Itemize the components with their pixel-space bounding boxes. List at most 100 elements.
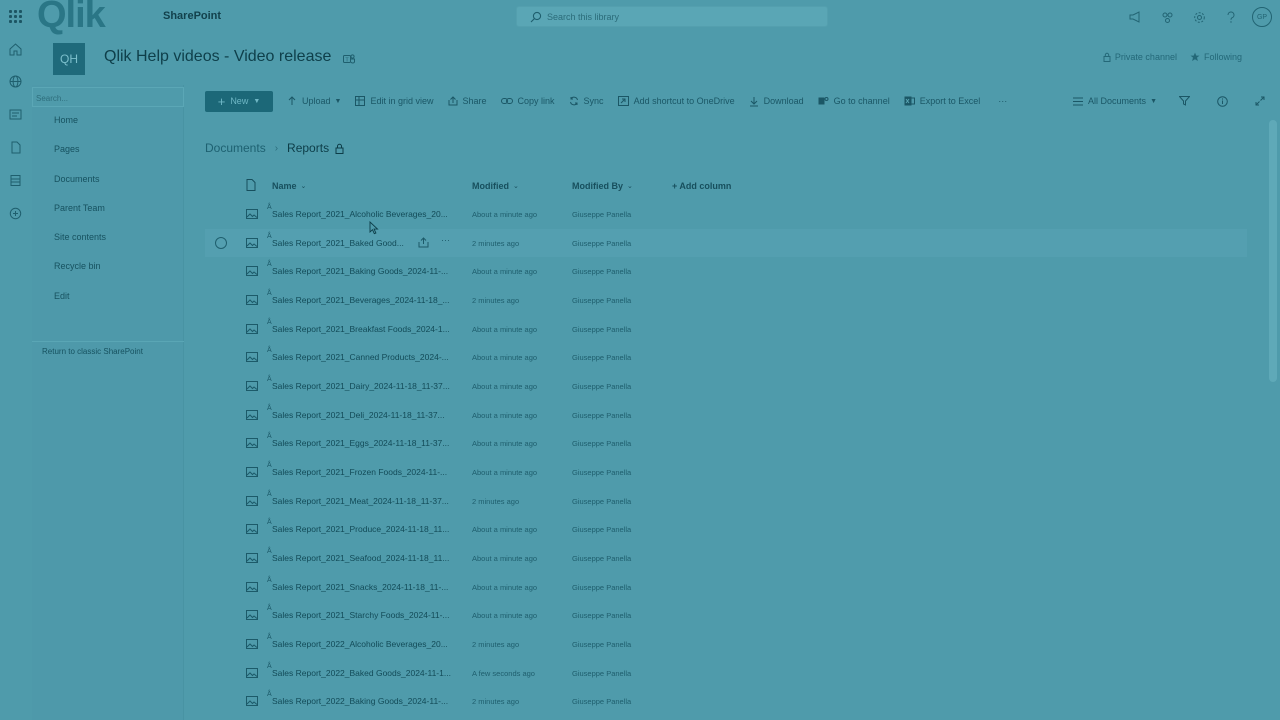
file-name-link[interactable]: Sales Report_2021_Frozen Foods_2024-11-.… — [272, 467, 458, 477]
globe-icon[interactable] — [8, 74, 23, 89]
file-name-link[interactable]: Sales Report_2021_Baked Good... — [272, 238, 412, 248]
file-row[interactable]: Å Sales Report_2021_Beverages_2024-11-18_… — [205, 286, 1247, 315]
library-search-input[interactable] — [547, 9, 817, 25]
upload-button[interactable]: Upload ▼ — [287, 95, 341, 107]
user-avatar[interactable]: GP — [1252, 7, 1272, 27]
export-excel-button[interactable]: Export to Excel — [904, 96, 980, 106]
file-row[interactable]: Å Sales Report_2022_Baking Goods_2024-11-… — [205, 687, 1247, 716]
library-search-box[interactable] — [516, 6, 828, 27]
file-row[interactable]: Å Sales Report_2021_Seafood_2024-11-18_11… — [205, 544, 1247, 573]
file-modified-by[interactable]: Giuseppe Panella — [572, 353, 631, 362]
nav-item-documents[interactable]: Documents — [54, 174, 106, 203]
file-modified-by[interactable]: Giuseppe Panella — [572, 525, 631, 534]
filter-button[interactable] — [1179, 96, 1195, 106]
file-name-link[interactable]: Sales Report_2022_Baking Goods_2024-11-.… — [272, 696, 458, 706]
file-modified-by[interactable]: Giuseppe Panella — [572, 497, 631, 506]
file-row[interactable]: Å Sales Report_2021_Snacks_2024-11-18_11-… — [205, 573, 1247, 602]
file-modified-by[interactable]: Giuseppe Panella — [572, 468, 631, 477]
file-row[interactable]: Å Sales Report_2022_Baked Goods_2024-11-1… — [205, 659, 1247, 688]
view-switcher[interactable]: All Documents ▼ — [1073, 96, 1157, 106]
megaphone-icon[interactable] — [1124, 6, 1146, 28]
help-icon[interactable] — [1220, 6, 1242, 28]
more-actions-icon[interactable]: ··· — [441, 235, 450, 245]
nav-item-parent-team[interactable]: Parent Team — [54, 203, 106, 232]
file-name-link[interactable]: Sales Report_2021_Deli_2024-11-18_11-37.… — [272, 410, 458, 420]
nav-search-box[interactable] — [32, 87, 184, 108]
file-modified-by[interactable]: Giuseppe Panella — [572, 267, 631, 276]
file-modified-by[interactable]: Giuseppe Panella — [572, 382, 631, 391]
file-row[interactable]: Å Sales Report_2021_Dairy_2024-11-18_11-3… — [205, 372, 1247, 401]
file-row[interactable]: Å Sales Report_2021_Deli_2024-11-18_11-37… — [205, 401, 1247, 430]
file-modified-by[interactable]: Giuseppe Panella — [572, 640, 631, 649]
file-modified-by[interactable]: Giuseppe Panella — [572, 239, 631, 248]
column-name[interactable]: Name ⌄ — [272, 181, 306, 191]
file-modified-by[interactable]: Giuseppe Panella — [572, 697, 631, 706]
file-name-link[interactable]: Sales Report_2021_Starchy Foods_2024-11-… — [272, 610, 458, 620]
app-launcher-icon[interactable] — [9, 10, 22, 23]
file-name-link[interactable]: Sales Report_2021_Meat_2024-11-18_11-37.… — [272, 496, 458, 506]
file-row[interactable]: Å Sales Report_2021_Frozen Foods_2024-11-… — [205, 458, 1247, 487]
file-modified-by[interactable]: Giuseppe Panella — [572, 411, 631, 420]
return-to-classic-link[interactable]: Return to classic SharePoint — [42, 347, 143, 356]
share-icon[interactable] — [418, 236, 429, 248]
new-button[interactable]: + New ▼ — [205, 90, 273, 112]
breadcrumb-documents[interactable]: Documents — [205, 141, 266, 155]
file-modified-by[interactable]: Giuseppe Panella — [572, 325, 631, 334]
add-circle-icon[interactable] — [8, 206, 23, 221]
expand-button[interactable] — [1255, 96, 1270, 106]
sync-button[interactable]: Sync — [569, 96, 604, 106]
more-commands-button[interactable]: ··· — [998, 96, 1007, 106]
file-row[interactable]: Å Sales Report_2021_Meat_2024-11-18_11-37… — [205, 487, 1247, 516]
nav-item-site-contents[interactable]: Site contents — [54, 232, 106, 261]
file-name-link[interactable]: Sales Report_2021_Dairy_2024-11-18_11-37… — [272, 381, 458, 391]
column-modified-by[interactable]: Modified By ⌄ — [572, 181, 633, 191]
file-name-link[interactable]: Sales Report_2021_Breakfast Foods_2024-1… — [272, 324, 458, 334]
following-button[interactable]: Following — [1190, 52, 1242, 62]
download-button[interactable]: Download — [749, 96, 804, 107]
file-icon[interactable] — [8, 140, 23, 155]
file-modified-by[interactable]: Giuseppe Panella — [572, 583, 631, 592]
add-column-button[interactable]: + Add column — [672, 181, 731, 191]
file-row[interactable]: Å Sales Report_2021_Breakfast Foods_2024-… — [205, 315, 1247, 344]
file-modified-by[interactable]: Giuseppe Panella — [572, 611, 631, 620]
edit-grid-view-button[interactable]: Edit in grid view — [355, 96, 434, 106]
lists-icon[interactable] — [8, 173, 23, 188]
network-icon[interactable] — [1156, 6, 1178, 28]
file-modified-by[interactable]: Giuseppe Panella — [572, 669, 631, 678]
file-name-link[interactable]: Sales Report_2022_Baked Goods_2024-11-1.… — [272, 668, 458, 678]
file-row[interactable]: Å Sales Report_2021_Baking Goods_2024-11-… — [205, 257, 1247, 286]
vertical-scrollbar[interactable] — [1269, 120, 1277, 382]
file-name-link[interactable]: Sales Report_2021_Beverages_2024-11-18_.… — [272, 295, 458, 305]
info-button[interactable] — [1217, 95, 1233, 107]
file-modified-by[interactable]: Giuseppe Panella — [572, 554, 631, 563]
file-modified-by[interactable]: Giuseppe Panella — [572, 439, 631, 448]
gear-icon[interactable] — [1188, 6, 1210, 28]
file-row[interactable]: Å Sales Report_2021_Starchy Foods_2024-11… — [205, 601, 1247, 630]
file-row[interactable]: Å Sales Report_2021_Alcoholic Beverages_2… — [205, 200, 1247, 229]
app-name[interactable]: SharePoint — [163, 10, 221, 22]
file-name-link[interactable]: Sales Report_2022_Alcoholic Beverages_20… — [272, 639, 458, 649]
file-modified-by[interactable]: Giuseppe Panella — [572, 296, 631, 305]
nav-item-pages[interactable]: Pages — [54, 144, 106, 173]
teams-icon[interactable]: T — [342, 52, 356, 66]
file-modified-by[interactable]: Giuseppe Panella — [572, 210, 631, 219]
file-name-link[interactable]: Sales Report_2021_Alcoholic Beverages_20… — [272, 209, 458, 219]
file-type-icon[interactable] — [246, 179, 256, 191]
site-logo[interactable]: QH — [53, 43, 85, 75]
site-title[interactable]: Qlik Help videos - Video release — [104, 48, 331, 66]
go-to-channel-button[interactable]: Go to channel — [818, 96, 890, 106]
nav-search-input[interactable] — [33, 89, 183, 108]
add-shortcut-button[interactable]: Add shortcut to OneDrive — [617, 96, 735, 106]
file-row[interactable]: Å Sales Report_2021_Eggs_2024-11-18_11-37… — [205, 429, 1247, 458]
file-row[interactable]: Å Sales Report_2021_Canned Products_2024-… — [205, 343, 1247, 372]
share-button[interactable]: Share — [448, 96, 487, 106]
home-icon[interactable] — [8, 42, 23, 57]
column-modified[interactable]: Modified ⌄ — [472, 181, 519, 191]
nav-item-recycle-bin[interactable]: Recycle bin — [54, 261, 106, 290]
file-name-link[interactable]: Sales Report_2021_Baking Goods_2024-11-.… — [272, 266, 458, 276]
file-name-link[interactable]: Sales Report_2021_Eggs_2024-11-18_11-37.… — [272, 438, 458, 448]
file-row[interactable]: Å Sales Report_2022_Alcoholic Beverages_2… — [205, 630, 1247, 659]
copy-link-button[interactable]: Copy link — [500, 96, 555, 106]
file-name-link[interactable]: Sales Report_2021_Snacks_2024-11-18_11-.… — [272, 582, 458, 592]
row-select-radio[interactable] — [215, 236, 227, 249]
